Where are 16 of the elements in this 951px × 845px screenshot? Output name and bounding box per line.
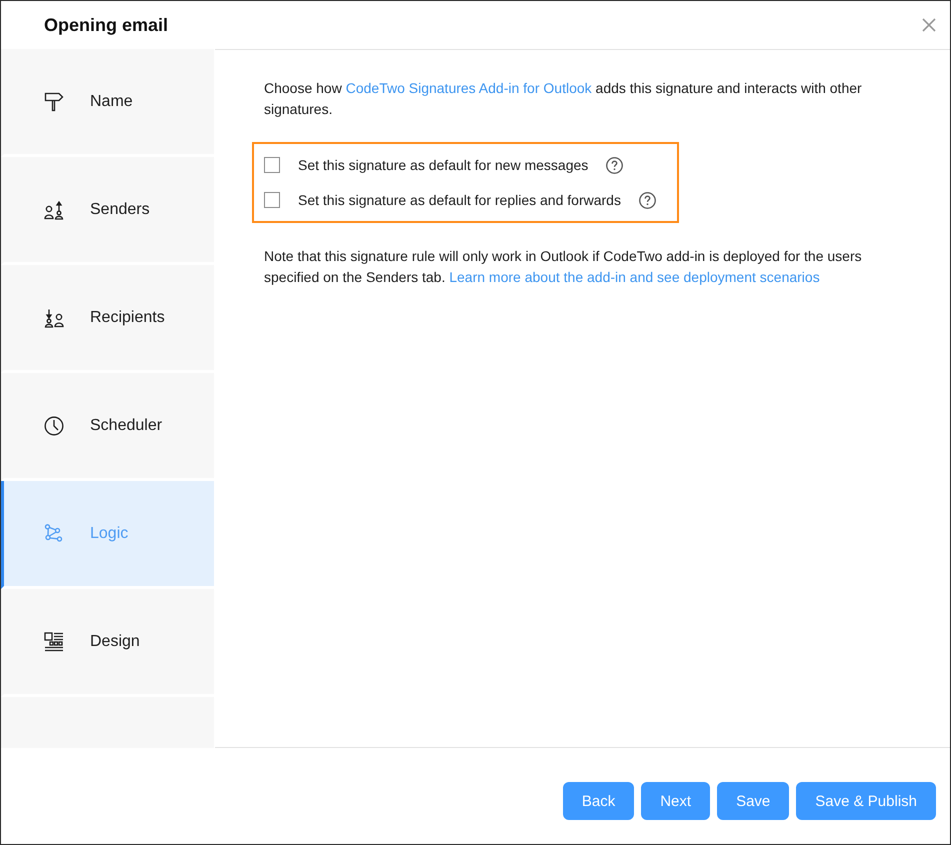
help-icon[interactable]: [606, 156, 624, 174]
window-title: Opening email: [44, 14, 168, 36]
clock-icon: [44, 416, 64, 436]
intro-text: Choose how CodeTwo Signatures Add-in for Outlook adds this signature and interacts with other signatures.: [264, 79, 863, 119]
close-icon[interactable]: [922, 18, 936, 32]
connected-nodes-icon: [44, 524, 64, 544]
layout-blocks-icon: [44, 632, 64, 652]
checkbox[interactable]: [264, 157, 280, 173]
users-up-arrow-icon: [44, 200, 64, 220]
users-down-arrow-icon: [44, 308, 64, 328]
checkbox[interactable]: [264, 192, 280, 208]
note-text: Note that this signature rule will only work in Outlook if CodeTwo add-in is deployed for the users specified on the Senders tab. Learn more about the add-in and see deployment scenarios: [264, 247, 863, 287]
help-icon[interactable]: [638, 192, 656, 208]
checkbox-label[interactable]: Set this signature as default for replies and forwards: [298, 192, 621, 208]
signpost-icon: [44, 92, 64, 112]
checkbox-label[interactable]: Set this signature as default for new messages: [298, 157, 588, 173]
